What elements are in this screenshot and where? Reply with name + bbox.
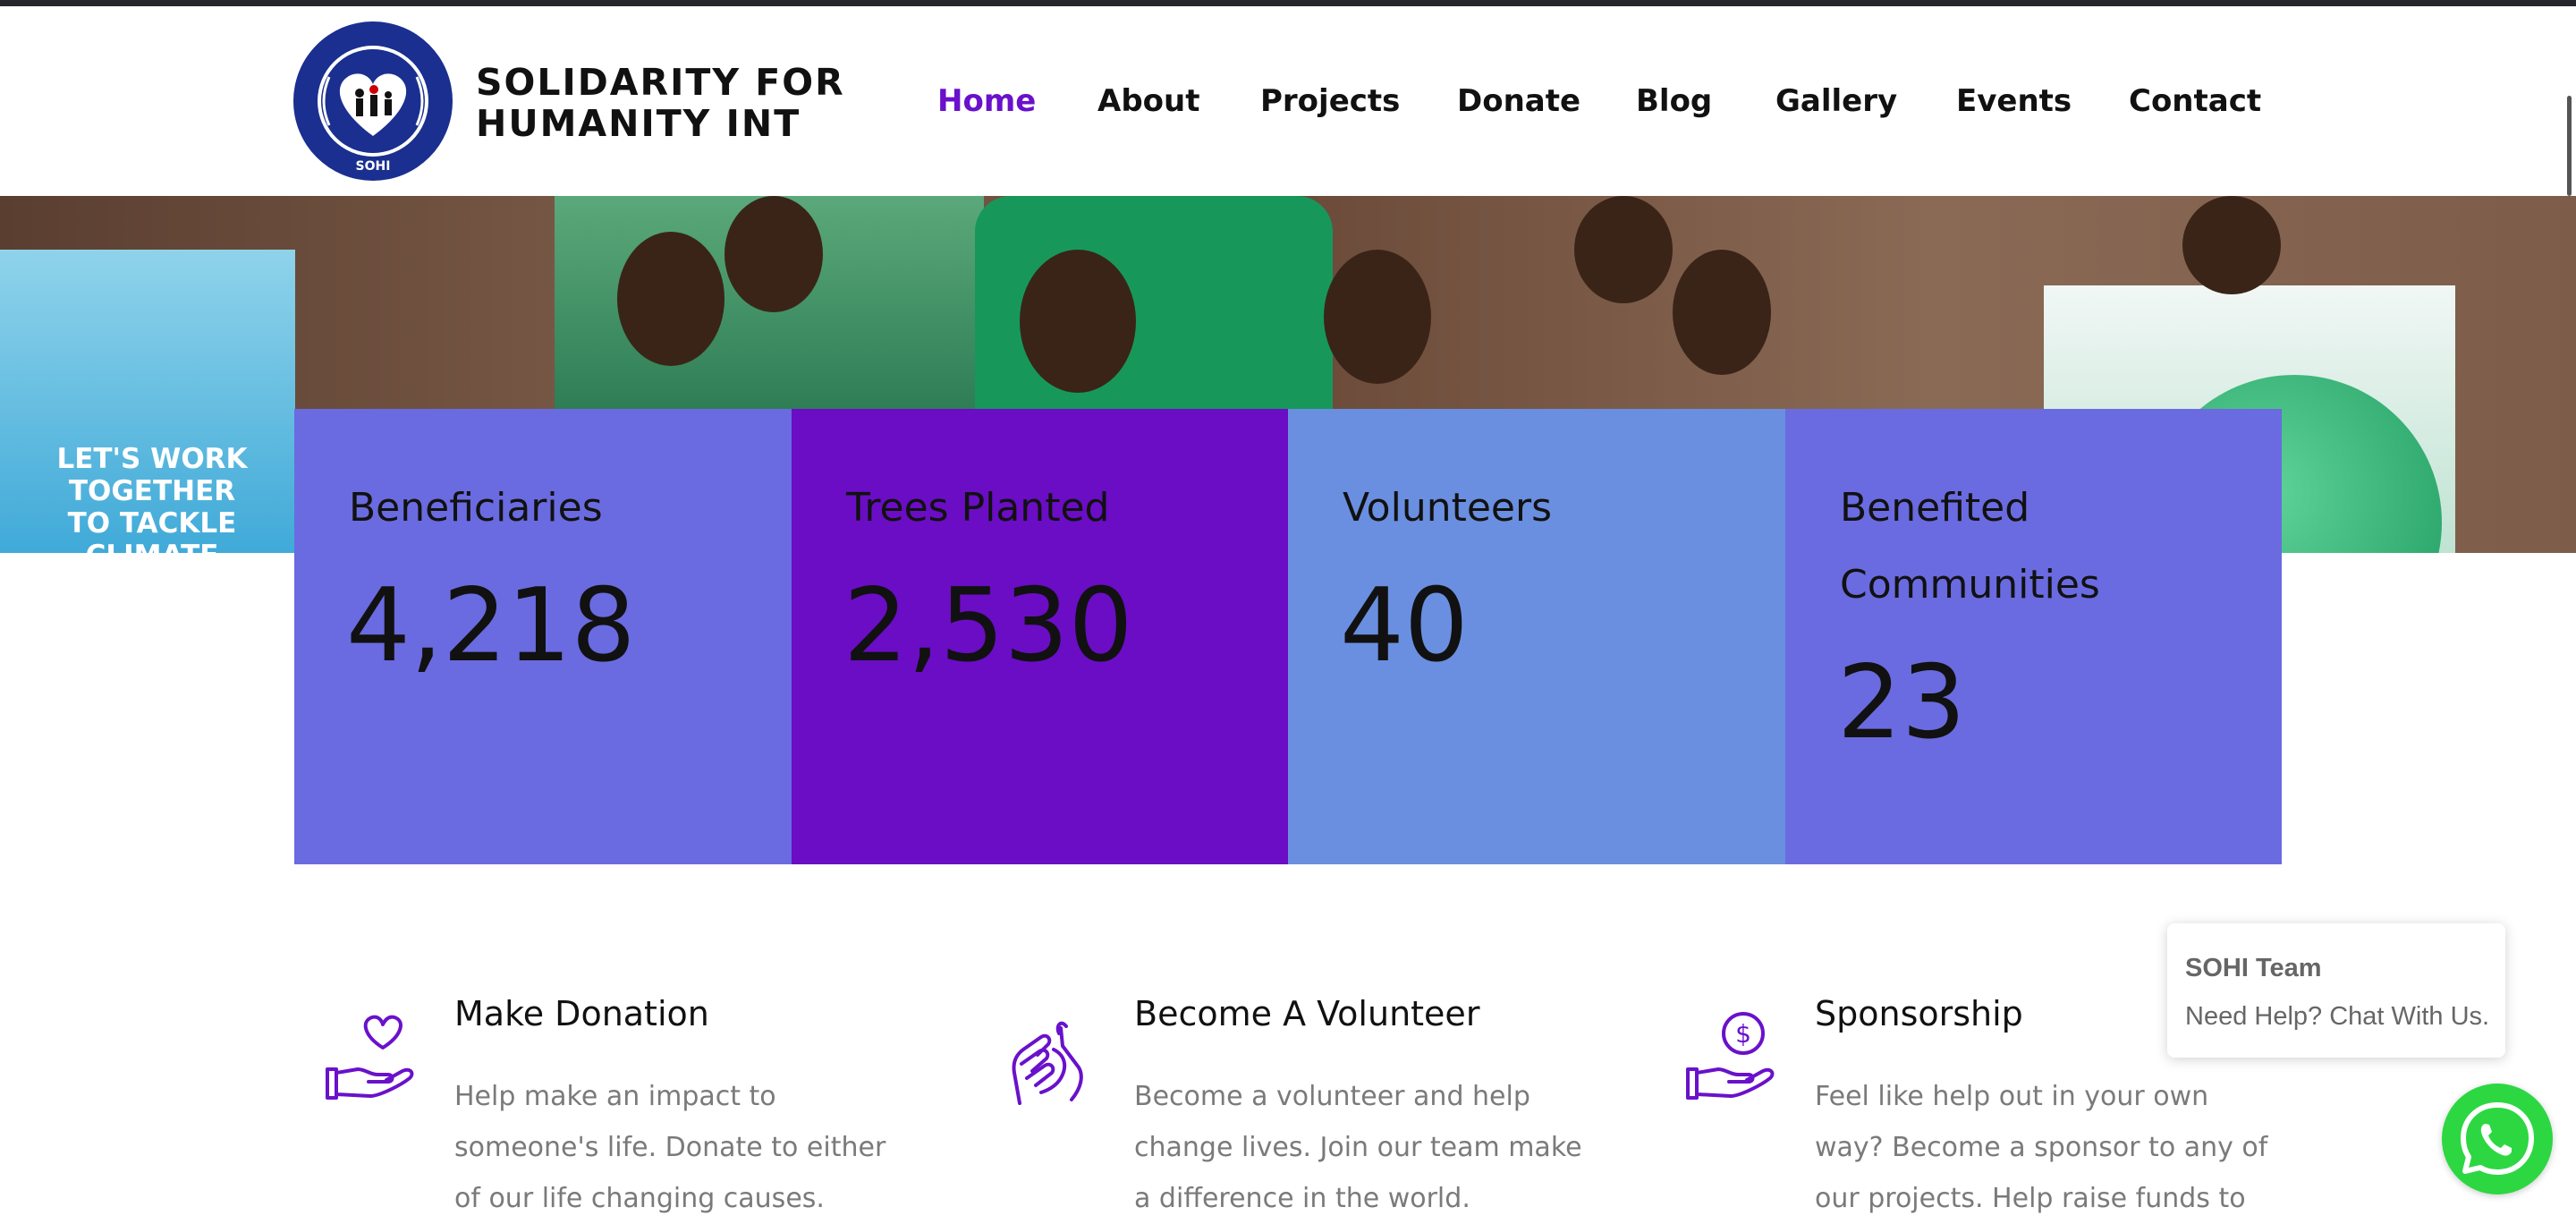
child-face — [1673, 250, 1771, 375]
child-face — [617, 232, 724, 366]
site-header: SOHI SOLIDARITY FOR HUMANITY INT Home Ab… — [0, 6, 2576, 196]
brand-name-line1: SOLIDARITY FOR — [476, 61, 845, 104]
svg-text:SOHI: SOHI — [356, 159, 391, 174]
service-description: Feel like help out in your own way? Beco… — [1815, 1081, 2268, 1214]
adult-face — [1574, 196, 1673, 303]
stat-value: 4,218 — [346, 566, 636, 684]
page-scrollbar[interactable] — [2567, 96, 2572, 196]
nav-about[interactable]: About — [1097, 83, 1199, 119]
service-title[interactable]: Make Donation — [454, 994, 709, 1033]
service-title[interactable]: Become A Volunteer — [1134, 994, 1479, 1033]
nav-home[interactable]: Home — [937, 83, 1036, 119]
stat-card: Beneficiaries 4,218 — [294, 409, 792, 864]
adult-face — [2182, 196, 2281, 294]
service-description: Help make an impact to someone's life. D… — [454, 1081, 886, 1214]
whatsapp-chat-button[interactable] — [2442, 1084, 2553, 1194]
sohi-logo-icon[interactable]: SOHI — [292, 20, 454, 183]
service-description: Become a volunteer and help change lives… — [1134, 1081, 1582, 1214]
stat-value: 2,530 — [843, 566, 1133, 684]
service-volunteer: Become A Volunteer Become a volunteer an… — [1002, 989, 1628, 1214]
dollar-hand-icon: $ — [1682, 1010, 1781, 1109]
chat-message: Need Help? Chat With Us. — [2185, 1002, 2490, 1031]
nav-blog[interactable]: Blog — [1636, 83, 1712, 119]
chat-agent-name: SOHI Team — [2185, 954, 2322, 982]
chat-popup[interactable]: SOHI Team Need Help? Chat With Us. — [2167, 923, 2505, 1058]
climate-banner-text: LET'S WORK TOGETHER TO TACKLE CLIMATE — [56, 443, 248, 553]
stat-label: Volunteers — [1343, 485, 1553, 531]
stat-value: 40 — [1340, 566, 1469, 684]
stat-card: Trees Planted 2,530 — [792, 409, 1288, 864]
stat-label: Beneficiaries — [349, 485, 603, 531]
nav-events[interactable]: Events — [1956, 83, 2072, 119]
service-title[interactable]: Sponsorship — [1815, 994, 2023, 1033]
heart-hand-icon — [322, 1010, 420, 1109]
top-bar — [0, 0, 2576, 6]
nav-donate[interactable]: Donate — [1457, 83, 1580, 119]
stat-card: Volunteers 40 — [1288, 409, 1785, 864]
stat-card: Benefited Communities 23 — [1785, 409, 2282, 864]
nav-gallery[interactable]: Gallery — [1775, 83, 1897, 119]
whatsapp-icon — [2461, 1102, 2534, 1175]
nav-contact[interactable]: Contact — [2129, 83, 2261, 119]
brand-name[interactable]: SOLIDARITY FOR HUMANITY INT — [476, 62, 845, 144]
helping-hands-icon — [1002, 1010, 1100, 1109]
child-face — [1324, 250, 1431, 384]
stat-label: Benefited Communities — [1840, 485, 2100, 608]
nav-projects[interactable]: Projects — [1260, 83, 1400, 119]
child-face — [724, 196, 823, 312]
stat-value: 23 — [1837, 643, 1966, 761]
service-donation: Make Donation Help make an impact to som… — [322, 989, 948, 1214]
child-face — [1020, 250, 1136, 393]
stat-label: Trees Planted — [846, 485, 1110, 531]
brand-name-line2: HUMANITY INT — [476, 102, 801, 145]
svg-text:$: $ — [1735, 1019, 1751, 1049]
